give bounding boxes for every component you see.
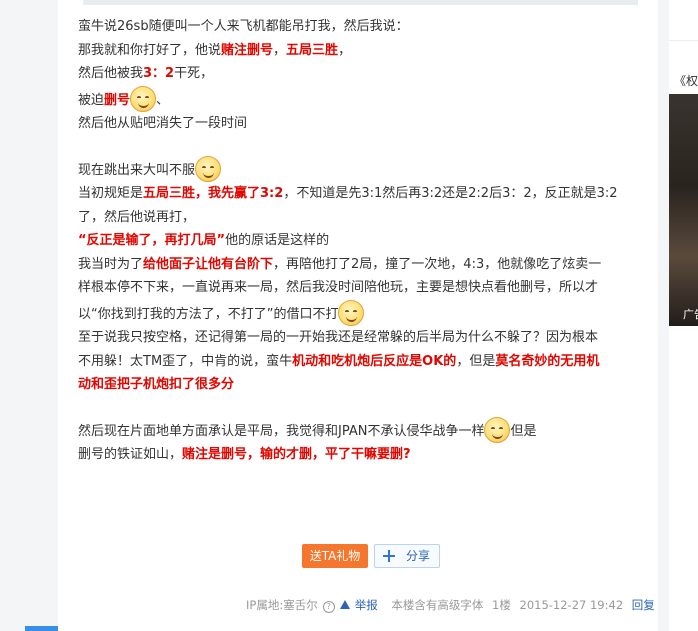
post-text: 至于说我只按空格，还记得第一局的一开始我还是经常躲的后半局为什么不躲了？因为根本 xyxy=(78,330,599,345)
post-text: 现在跳出来大叫不服 xyxy=(78,162,196,178)
sidebar-box xyxy=(669,40,698,63)
post-text: ，再陪他打了2局，撞了一次地，4:3，他就像吃了炫卖一 xyxy=(273,256,602,272)
smile-emoji-icon xyxy=(195,155,222,182)
post-line: 被迫删号 、 xyxy=(78,85,648,113)
highlight-text: “反正是输了，再打几局” xyxy=(78,233,226,248)
post-text: 然后他被我 xyxy=(78,66,144,81)
highlight-text: 赌注是删号，输的才删，平了干嘛要删? xyxy=(182,447,411,462)
post-text: 被迫 xyxy=(78,92,105,108)
post-line: 然后现在片面地单方面承认是平局，我觉得和JPAN不承认侵华战争一样 但是 xyxy=(78,416,648,444)
post-line: 然后他从贴吧消失了一段时间 xyxy=(78,112,648,136)
floor-number: 1楼 xyxy=(492,598,511,612)
post-text: 但是 xyxy=(510,423,537,439)
post-text: 、 xyxy=(156,92,170,108)
help-icon[interactable]: ? xyxy=(322,601,335,613)
post-content: 蛮牛说26sb随便叫一个人来飞机都能吊打我，然后我说： 那我就和你打好了，他说赌注… xyxy=(78,15,648,467)
post-datetime: 2015-12-27 19:42 xyxy=(519,598,624,612)
highlight-text: 五局三胜，我先赢了3:2 xyxy=(143,186,284,201)
post-text: ，但是 xyxy=(456,353,496,369)
page: 蛮牛说26sb随便叫一个人来飞机都能吊打我，然后我说： 那我就和你打好了，他说赌注… xyxy=(0,0,698,631)
post-text: 样根本停不下来，一直说再来一局，然后我没时间陪他玩，主要是想快点看他删号，所以才 xyxy=(78,280,599,295)
plus-icon xyxy=(383,550,395,562)
post-line: 删号的铁证如山，赌注是删号，输的才删，平了干嘛要删? xyxy=(78,443,648,467)
reply-link[interactable]: 回复 xyxy=(632,598,655,612)
post-text: 那我就和你打好了，他说 xyxy=(78,42,222,58)
post-text: 以“你找到打我的方法了，不打了”的借口不打 xyxy=(78,306,339,322)
post-line: 我当时为了给他面子让他有台阶下，再陪他打了2局，撞了一次地，4:3，他就像吃了炫… xyxy=(78,253,648,277)
highlight-text: 删号 xyxy=(104,92,131,108)
post-footer: IP属地:塞舌尔? 举报 本楼含有高级字体 1楼 2015-12-27 19:42… xyxy=(246,597,660,613)
report-label: 举报 xyxy=(354,598,378,612)
sidebar-ad-image[interactable] xyxy=(669,94,698,326)
post-line: 动和歪把子机炮扣了很多分 xyxy=(78,373,648,397)
post-line: 了，然后他说再打， xyxy=(78,206,648,230)
warning-icon xyxy=(339,600,350,609)
post-line: 样根本停不下来，一直说再来一局，然后我没时间陪他玩，主要是想快点看他删号，所以才 xyxy=(78,276,648,300)
share-button[interactable]: 分享 xyxy=(374,544,440,568)
smile-emoji-icon xyxy=(130,85,157,112)
share-label: 分享 xyxy=(406,549,431,563)
post-text: 干死， xyxy=(174,66,214,81)
post-text: 不用躲！太TM歪了，中肯的说，蛮牛 xyxy=(78,353,293,369)
post-text: ， xyxy=(273,42,287,58)
highlight-text: 机动和吃机炮后反应是OK的 xyxy=(292,353,457,369)
highlight-text: 动和歪把子机炮扣了很多分 xyxy=(78,377,235,392)
highlight-text: 3：2 xyxy=(143,66,175,81)
ip-location: IP属地:塞舌尔 xyxy=(246,598,318,612)
smile-emoji-icon xyxy=(338,299,365,326)
post-line: 那我就和你打好了，他说赌注删号，五局三胜， xyxy=(78,39,648,63)
post-text: 蛮牛说26sb随便叫一个人来飞机都能吊打我，然后我说： xyxy=(78,19,409,34)
post-line: 蛮牛说26sb随便叫一个人来飞机都能吊打我，然后我说： xyxy=(78,15,648,39)
top-divider xyxy=(83,0,638,5)
sidebar-ad-caption: 广告 xyxy=(683,308,698,321)
post-line: 不用躲！太TM歪了，中肯的说，蛮牛机动和吃机炮后反应是OK的，但是莫名奇妙的无用… xyxy=(78,350,648,374)
post-line: “反正是输了，再打几局”他的原话是这样的 xyxy=(78,229,648,253)
post-text: ， xyxy=(338,42,352,58)
post-line: 以“你找到打我的方法了，不打了”的借口不打 xyxy=(78,299,648,327)
post-text: 了，然后他说再打， xyxy=(78,209,196,225)
post-line: 然后他被我3：2干死， xyxy=(78,62,648,86)
post-text: 当初规矩是 xyxy=(78,186,144,201)
post-text: 然后他从贴吧消失了一段时间 xyxy=(78,116,248,131)
report-link[interactable]: 举报 xyxy=(339,598,383,612)
post-text: ，不知道是先3:1然后再3:2还是2:2后3：2，反正就是3:2 xyxy=(283,186,618,201)
highlight-text: 给他面子让他有台阶下 xyxy=(143,256,274,272)
send-gift-button[interactable]: 送TA礼物 xyxy=(302,544,368,568)
post-line: 现在跳出来大叫不服 xyxy=(78,155,648,183)
post-text: 删号的铁证如山， xyxy=(78,447,183,462)
post-text: 我当时为了 xyxy=(78,256,144,272)
bottom-tab-indicator xyxy=(25,626,58,631)
font-note: 本楼含有高级字体 xyxy=(391,598,484,612)
sidebar-title[interactable]: 《权 xyxy=(674,72,698,89)
highlight-text: 赌注删号 xyxy=(221,42,274,58)
highlight-text: 莫名奇妙的无用机 xyxy=(495,353,600,369)
post-text: 然后现在片面地单方面承认是平局，我觉得和JPAN不承认侵华战争一样 xyxy=(78,423,485,439)
smile-emoji-icon xyxy=(484,416,511,443)
post-line: 至于说我只按空格，还记得第一局的一开始我还是经常躲的后半局为什么不躲了？因为根本 xyxy=(78,326,648,350)
left-margin xyxy=(0,0,58,631)
post-line: 当初规矩是五局三胜，我先赢了3:2，不知道是先3:1然后再3:2还是2:2后3：… xyxy=(78,182,648,206)
highlight-text: 五局三胜 xyxy=(286,42,339,58)
post-text: 他的原话是这样的 xyxy=(225,233,330,248)
